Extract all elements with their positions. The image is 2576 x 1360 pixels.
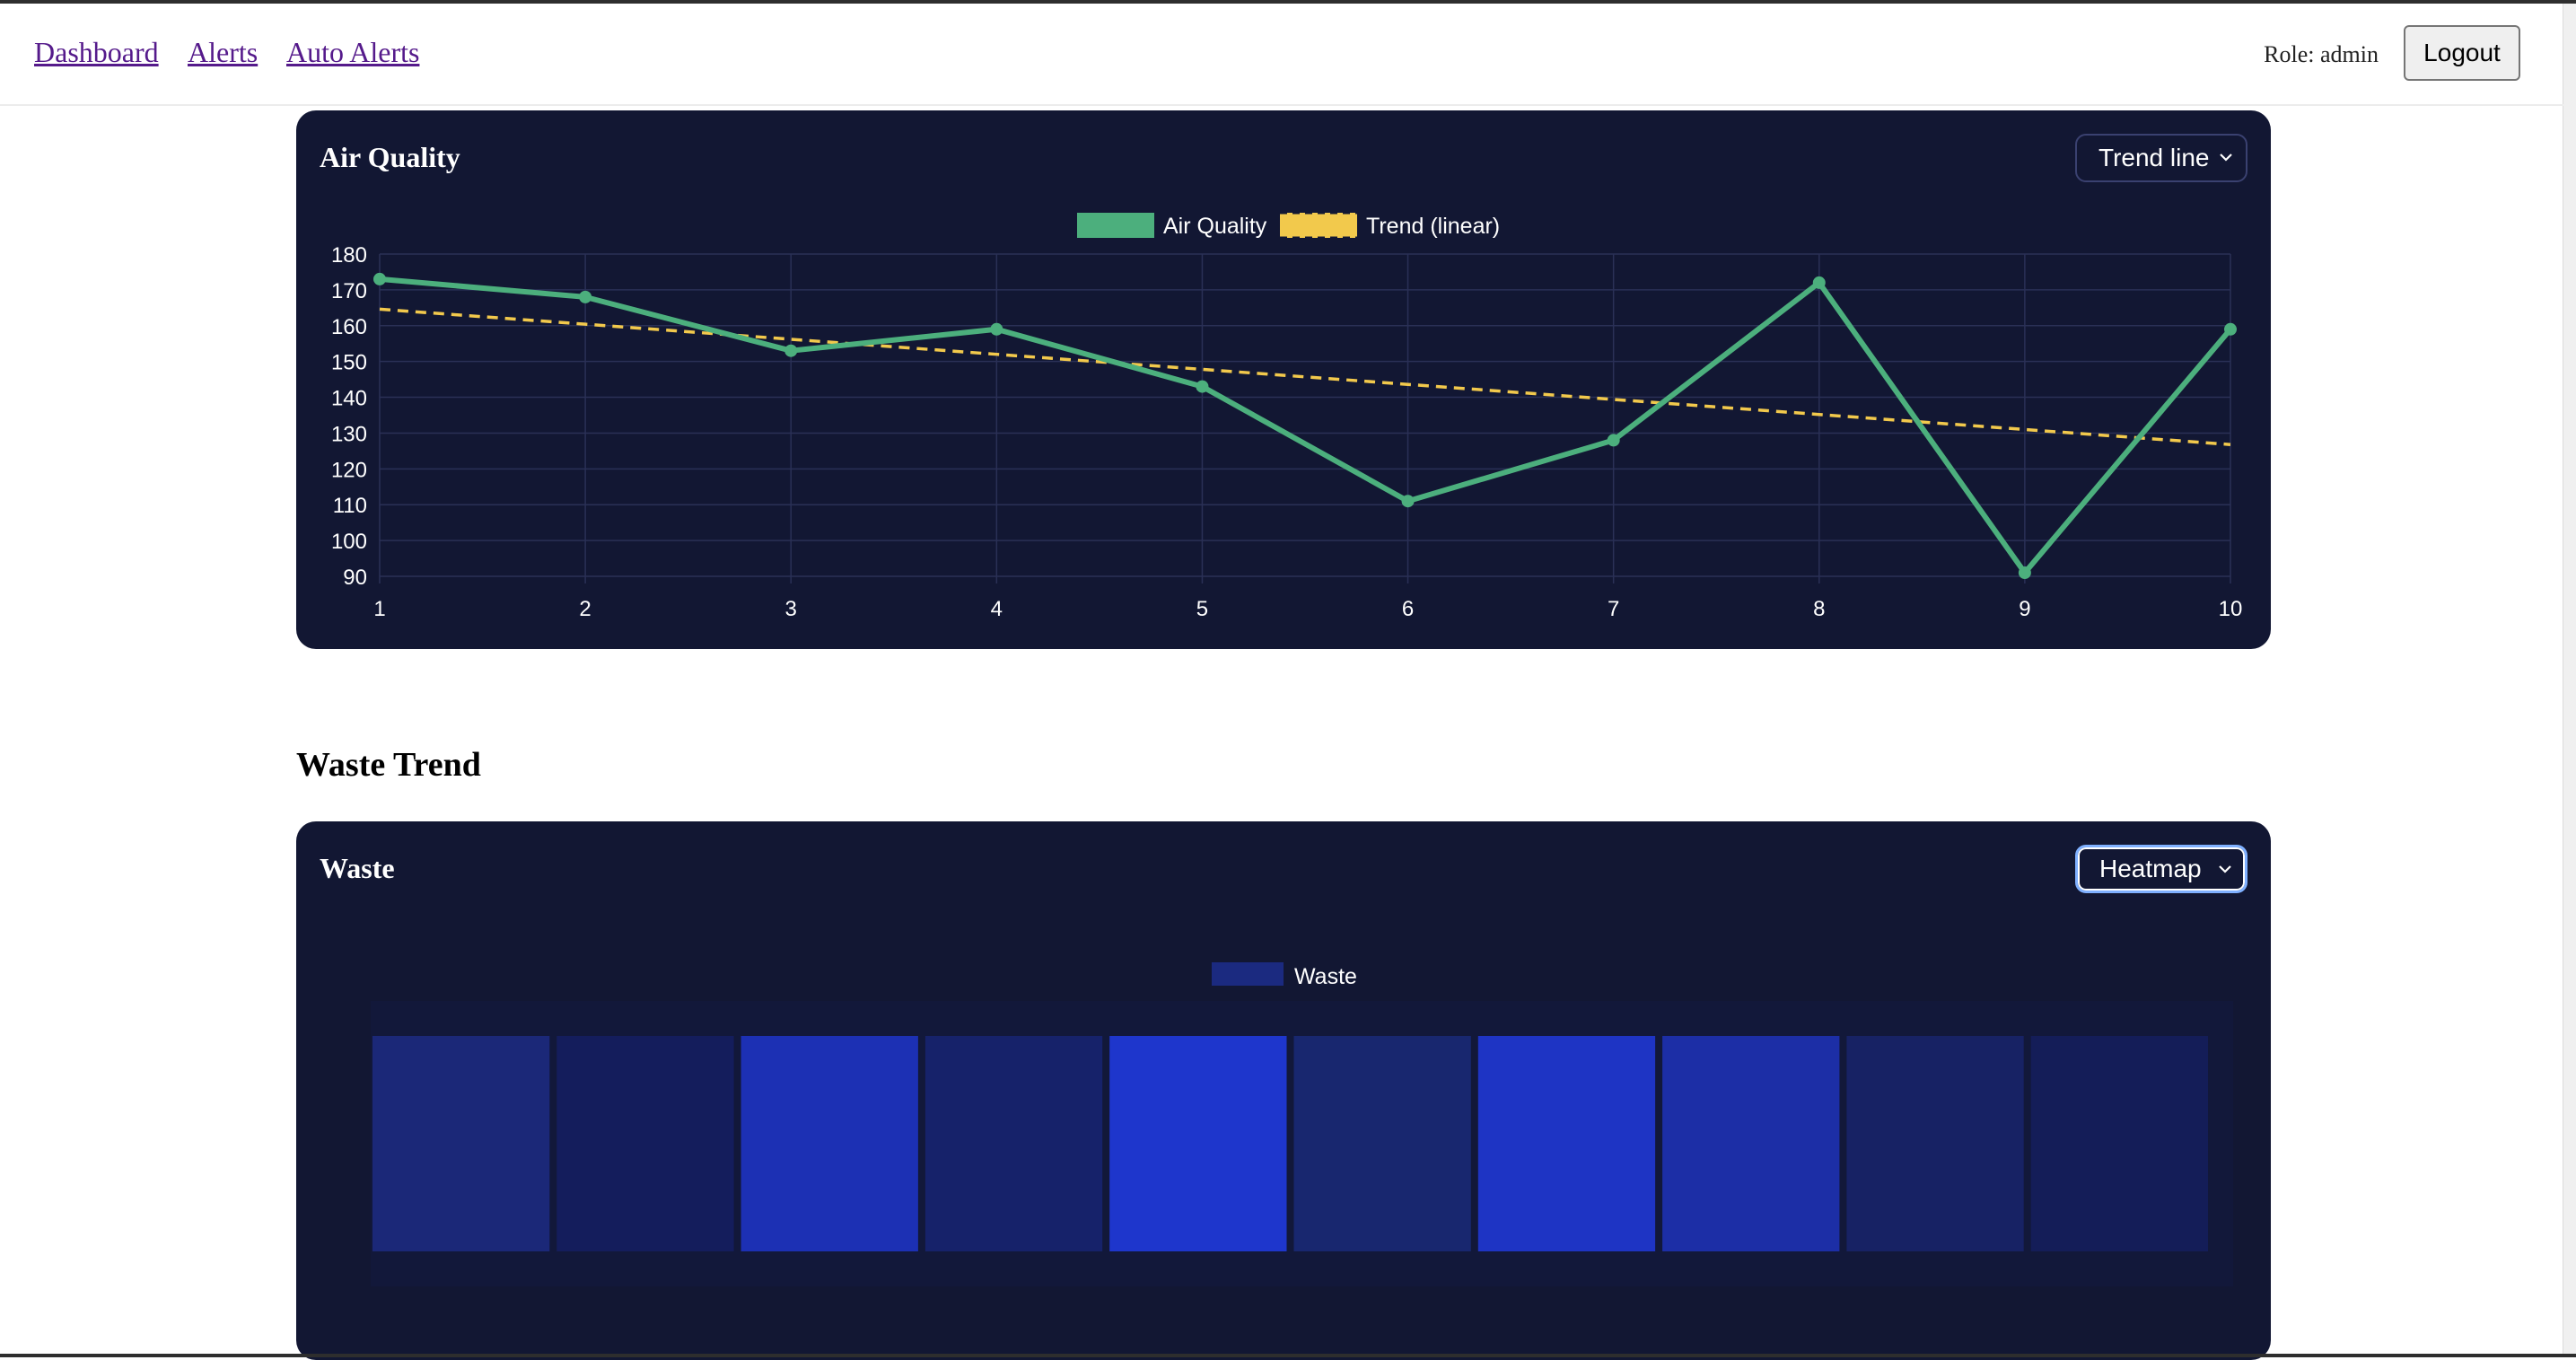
heatmap-cell xyxy=(372,1036,550,1251)
nav-link-alerts[interactable]: Alerts xyxy=(188,36,258,69)
legend-swatch-air-quality xyxy=(1077,213,1154,238)
y-tick-label: 130 xyxy=(331,422,367,446)
y-tick-label: 120 xyxy=(331,458,367,482)
x-tick-label: 3 xyxy=(785,597,797,621)
heatmap-cell xyxy=(1293,1036,1471,1251)
air-quality-point xyxy=(990,322,1003,336)
air-quality-point xyxy=(1812,276,1826,289)
waste-card: Waste Heatmap Waste xyxy=(296,821,2271,1360)
nav-link-dashboard[interactable]: Dashboard xyxy=(34,36,159,69)
air-quality-point xyxy=(784,344,798,357)
legend-label-trend: Trend (linear) xyxy=(1366,214,1500,239)
heatmap-cell xyxy=(2030,1036,2208,1251)
heatmap-cell xyxy=(556,1036,734,1251)
y-tick-label: 110 xyxy=(333,494,367,518)
y-tick-label: 160 xyxy=(331,315,367,339)
trend-line xyxy=(379,307,2231,446)
legend-swatch-waste xyxy=(1212,962,1284,986)
y-tick-label: 90 xyxy=(343,566,367,590)
air-quality-point xyxy=(373,272,386,285)
y-tick-label: 140 xyxy=(331,387,367,411)
x-tick-label: 10 xyxy=(2219,597,2243,621)
heatmap-cell xyxy=(1662,1036,1840,1251)
legend-label-air-quality: Air Quality xyxy=(1163,214,1267,239)
air-quality-point xyxy=(2224,322,2237,336)
air-quality-point xyxy=(579,290,592,303)
role-label: Role: admin xyxy=(2264,41,2379,67)
y-tick-label: 150 xyxy=(331,351,367,375)
x-tick-label: 1 xyxy=(373,597,385,621)
x-tick-label: 6 xyxy=(1402,597,1414,621)
y-tick-label: 180 xyxy=(331,243,367,268)
heatmap-cell xyxy=(740,1036,918,1251)
top-nav: Dashboard Alerts Auto Alerts Role: admin… xyxy=(0,4,2563,106)
x-tick-label: 8 xyxy=(1813,597,1825,621)
window-bottom-border xyxy=(0,1354,2576,1357)
x-tick-label: 4 xyxy=(991,597,1003,621)
x-tick-label: 9 xyxy=(2019,597,2030,621)
air-quality-card: Air Quality Trend line Air Quality Trend … xyxy=(296,110,2271,649)
heatmap-cell xyxy=(1109,1036,1287,1251)
legend-label-waste: Waste xyxy=(1294,964,1357,989)
air-quality-point xyxy=(1401,495,1415,508)
waste-heatmap-chart: Waste xyxy=(371,962,2233,1286)
y-tick-label: 100 xyxy=(331,530,367,554)
air-quality-point xyxy=(1196,380,1209,393)
legend-swatch-trend xyxy=(1280,213,1357,238)
waste-trend-heading: Waste Trend xyxy=(296,746,481,784)
heatmap-cell xyxy=(924,1036,1103,1251)
vertical-scrollbar[interactable] xyxy=(2563,4,2576,1357)
logout-button[interactable]: Logout xyxy=(2404,25,2520,81)
nav-link-auto-alerts[interactable]: Auto Alerts xyxy=(286,36,419,69)
air-quality-chart: Air Quality Trend (linear) 180 170 160 150 140… xyxy=(331,211,2243,621)
x-tick-label: 2 xyxy=(579,597,591,621)
x-tick-label: 7 xyxy=(1608,597,1619,621)
air-quality-point xyxy=(1607,434,1620,447)
air-quality-line xyxy=(379,276,2233,576)
heatmap-cell xyxy=(1846,1036,2024,1251)
heatmap-cell xyxy=(1477,1036,1656,1251)
y-tick-label: 170 xyxy=(331,279,367,303)
air-quality-point xyxy=(2018,566,2031,580)
x-tick-label: 5 xyxy=(1196,597,1208,621)
